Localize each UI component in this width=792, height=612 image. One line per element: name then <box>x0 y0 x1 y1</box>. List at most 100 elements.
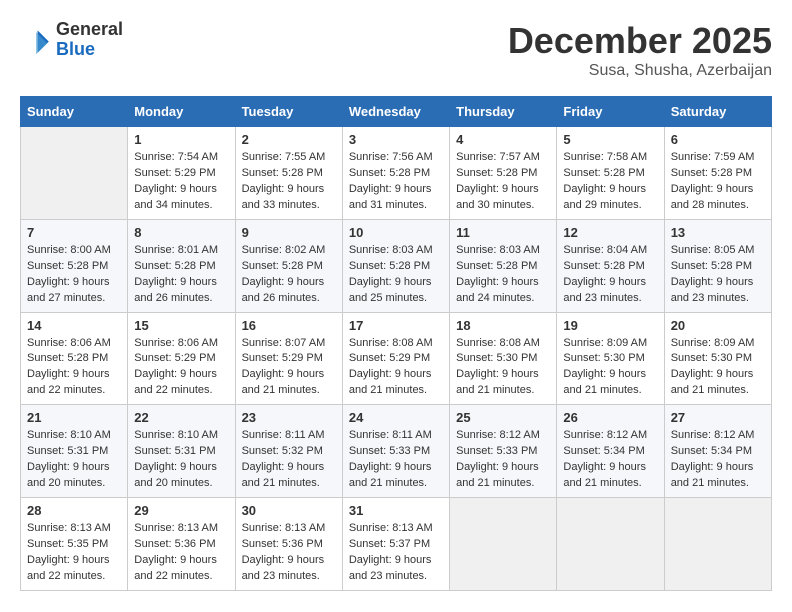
calendar-week-row: 28 Sunrise: 8:13 AMSunset: 5:35 PMDaylig… <box>21 498 772 591</box>
calendar-cell: 19 Sunrise: 8:09 AMSunset: 5:30 PMDaylig… <box>557 312 664 405</box>
calendar-week-row: 14 Sunrise: 8:06 AMSunset: 5:28 PMDaylig… <box>21 312 772 405</box>
day-info: Sunrise: 8:13 AMSunset: 5:36 PMDaylight:… <box>242 522 326 582</box>
calendar-cell: 4 Sunrise: 7:57 AMSunset: 5:28 PMDayligh… <box>450 127 557 220</box>
calendar-cell: 8 Sunrise: 8:01 AMSunset: 5:28 PMDayligh… <box>128 219 235 312</box>
day-number: 3 <box>349 132 443 147</box>
calendar-cell: 22 Sunrise: 8:10 AMSunset: 5:31 PMDaylig… <box>128 405 235 498</box>
day-info: Sunrise: 8:09 AMSunset: 5:30 PMDaylight:… <box>563 337 647 397</box>
day-number: 21 <box>27 410 121 425</box>
calendar-cell: 23 Sunrise: 8:11 AMSunset: 5:32 PMDaylig… <box>235 405 342 498</box>
calendar-cell: 6 Sunrise: 7:59 AMSunset: 5:28 PMDayligh… <box>664 127 771 220</box>
calendar-week-row: 21 Sunrise: 8:10 AMSunset: 5:31 PMDaylig… <box>21 405 772 498</box>
day-info: Sunrise: 8:03 AMSunset: 5:28 PMDaylight:… <box>456 244 540 304</box>
day-number: 18 <box>456 318 550 333</box>
day-info: Sunrise: 8:08 AMSunset: 5:30 PMDaylight:… <box>456 337 540 397</box>
day-number: 26 <box>563 410 657 425</box>
calendar-cell: 13 Sunrise: 8:05 AMSunset: 5:28 PMDaylig… <box>664 219 771 312</box>
day-number: 28 <box>27 503 121 518</box>
day-info: Sunrise: 8:12 AMSunset: 5:33 PMDaylight:… <box>456 429 540 489</box>
day-number: 23 <box>242 410 336 425</box>
day-info: Sunrise: 8:06 AMSunset: 5:28 PMDaylight:… <box>27 337 111 397</box>
day-info: Sunrise: 8:08 AMSunset: 5:29 PMDaylight:… <box>349 337 433 397</box>
logo-general-text: General <box>56 20 123 40</box>
day-number: 6 <box>671 132 765 147</box>
day-number: 19 <box>563 318 657 333</box>
day-number: 12 <box>563 225 657 240</box>
day-number: 29 <box>134 503 228 518</box>
calendar-cell: 21 Sunrise: 8:10 AMSunset: 5:31 PMDaylig… <box>21 405 128 498</box>
calendar-cell: 7 Sunrise: 8:00 AMSunset: 5:28 PMDayligh… <box>21 219 128 312</box>
page-header: General Blue December 2025 Susa, Shusha,… <box>20 20 772 80</box>
day-info: Sunrise: 8:02 AMSunset: 5:28 PMDaylight:… <box>242 244 326 304</box>
day-info: Sunrise: 8:03 AMSunset: 5:28 PMDaylight:… <box>349 244 433 304</box>
day-info: Sunrise: 8:01 AMSunset: 5:28 PMDaylight:… <box>134 244 218 304</box>
calendar-cell: 17 Sunrise: 8:08 AMSunset: 5:29 PMDaylig… <box>342 312 449 405</box>
calendar-cell: 25 Sunrise: 8:12 AMSunset: 5:33 PMDaylig… <box>450 405 557 498</box>
title-block: December 2025 Susa, Shusha, Azerbaijan <box>508 20 772 80</box>
day-info: Sunrise: 8:05 AMSunset: 5:28 PMDaylight:… <box>671 244 755 304</box>
day-number: 20 <box>671 318 765 333</box>
logo-icon <box>20 24 52 56</box>
logo: General Blue <box>20 20 123 60</box>
calendar-cell: 26 Sunrise: 8:12 AMSunset: 5:34 PMDaylig… <box>557 405 664 498</box>
day-number: 13 <box>671 225 765 240</box>
day-info: Sunrise: 8:13 AMSunset: 5:36 PMDaylight:… <box>134 522 218 582</box>
day-info: Sunrise: 8:12 AMSunset: 5:34 PMDaylight:… <box>563 429 647 489</box>
day-info: Sunrise: 7:54 AMSunset: 5:29 PMDaylight:… <box>134 151 218 211</box>
calendar-cell: 20 Sunrise: 8:09 AMSunset: 5:30 PMDaylig… <box>664 312 771 405</box>
day-number: 1 <box>134 132 228 147</box>
calendar-week-row: 7 Sunrise: 8:00 AMSunset: 5:28 PMDayligh… <box>21 219 772 312</box>
day-info: Sunrise: 8:11 AMSunset: 5:32 PMDaylight:… <box>242 429 325 489</box>
location: Susa, Shusha, Azerbaijan <box>508 62 772 80</box>
day-number: 15 <box>134 318 228 333</box>
day-info: Sunrise: 7:58 AMSunset: 5:28 PMDaylight:… <box>563 151 647 211</box>
weekday-header-tuesday: Tuesday <box>235 97 342 127</box>
calendar-cell: 11 Sunrise: 8:03 AMSunset: 5:28 PMDaylig… <box>450 219 557 312</box>
calendar-cell: 15 Sunrise: 8:06 AMSunset: 5:29 PMDaylig… <box>128 312 235 405</box>
day-number: 31 <box>349 503 443 518</box>
calendar-week-row: 1 Sunrise: 7:54 AMSunset: 5:29 PMDayligh… <box>21 127 772 220</box>
calendar-cell: 3 Sunrise: 7:56 AMSunset: 5:28 PMDayligh… <box>342 127 449 220</box>
weekday-header-thursday: Thursday <box>450 97 557 127</box>
day-number: 16 <box>242 318 336 333</box>
day-info: Sunrise: 8:12 AMSunset: 5:34 PMDaylight:… <box>671 429 755 489</box>
day-number: 24 <box>349 410 443 425</box>
day-info: Sunrise: 8:09 AMSunset: 5:30 PMDaylight:… <box>671 337 755 397</box>
weekday-header-sunday: Sunday <box>21 97 128 127</box>
day-info: Sunrise: 8:13 AMSunset: 5:37 PMDaylight:… <box>349 522 433 582</box>
day-number: 10 <box>349 225 443 240</box>
day-number: 7 <box>27 225 121 240</box>
day-info: Sunrise: 8:13 AMSunset: 5:35 PMDaylight:… <box>27 522 111 582</box>
day-info: Sunrise: 7:59 AMSunset: 5:28 PMDaylight:… <box>671 151 755 211</box>
day-info: Sunrise: 8:11 AMSunset: 5:33 PMDaylight:… <box>349 429 432 489</box>
calendar-cell <box>557 498 664 591</box>
day-number: 25 <box>456 410 550 425</box>
day-number: 11 <box>456 225 550 240</box>
calendar-cell: 12 Sunrise: 8:04 AMSunset: 5:28 PMDaylig… <box>557 219 664 312</box>
day-info: Sunrise: 8:10 AMSunset: 5:31 PMDaylight:… <box>27 429 111 489</box>
weekday-header-row: SundayMondayTuesdayWednesdayThursdayFrid… <box>21 97 772 127</box>
calendar-cell: 31 Sunrise: 8:13 AMSunset: 5:37 PMDaylig… <box>342 498 449 591</box>
day-number: 2 <box>242 132 336 147</box>
weekday-header-wednesday: Wednesday <box>342 97 449 127</box>
day-number: 30 <box>242 503 336 518</box>
day-info: Sunrise: 8:10 AMSunset: 5:31 PMDaylight:… <box>134 429 218 489</box>
calendar-cell <box>21 127 128 220</box>
calendar-cell: 14 Sunrise: 8:06 AMSunset: 5:28 PMDaylig… <box>21 312 128 405</box>
calendar-table: SundayMondayTuesdayWednesdayThursdayFrid… <box>20 96 772 591</box>
day-number: 22 <box>134 410 228 425</box>
logo-blue-text: Blue <box>56 40 123 60</box>
calendar-cell: 10 Sunrise: 8:03 AMSunset: 5:28 PMDaylig… <box>342 219 449 312</box>
calendar-cell: 30 Sunrise: 8:13 AMSunset: 5:36 PMDaylig… <box>235 498 342 591</box>
calendar-cell: 28 Sunrise: 8:13 AMSunset: 5:35 PMDaylig… <box>21 498 128 591</box>
day-info: Sunrise: 7:55 AMSunset: 5:28 PMDaylight:… <box>242 151 326 211</box>
day-number: 4 <box>456 132 550 147</box>
day-info: Sunrise: 8:07 AMSunset: 5:29 PMDaylight:… <box>242 337 326 397</box>
calendar-cell: 29 Sunrise: 8:13 AMSunset: 5:36 PMDaylig… <box>128 498 235 591</box>
calendar-cell: 16 Sunrise: 8:07 AMSunset: 5:29 PMDaylig… <box>235 312 342 405</box>
day-number: 14 <box>27 318 121 333</box>
day-info: Sunrise: 8:06 AMSunset: 5:29 PMDaylight:… <box>134 337 218 397</box>
day-number: 9 <box>242 225 336 240</box>
calendar-cell <box>664 498 771 591</box>
weekday-header-monday: Monday <box>128 97 235 127</box>
